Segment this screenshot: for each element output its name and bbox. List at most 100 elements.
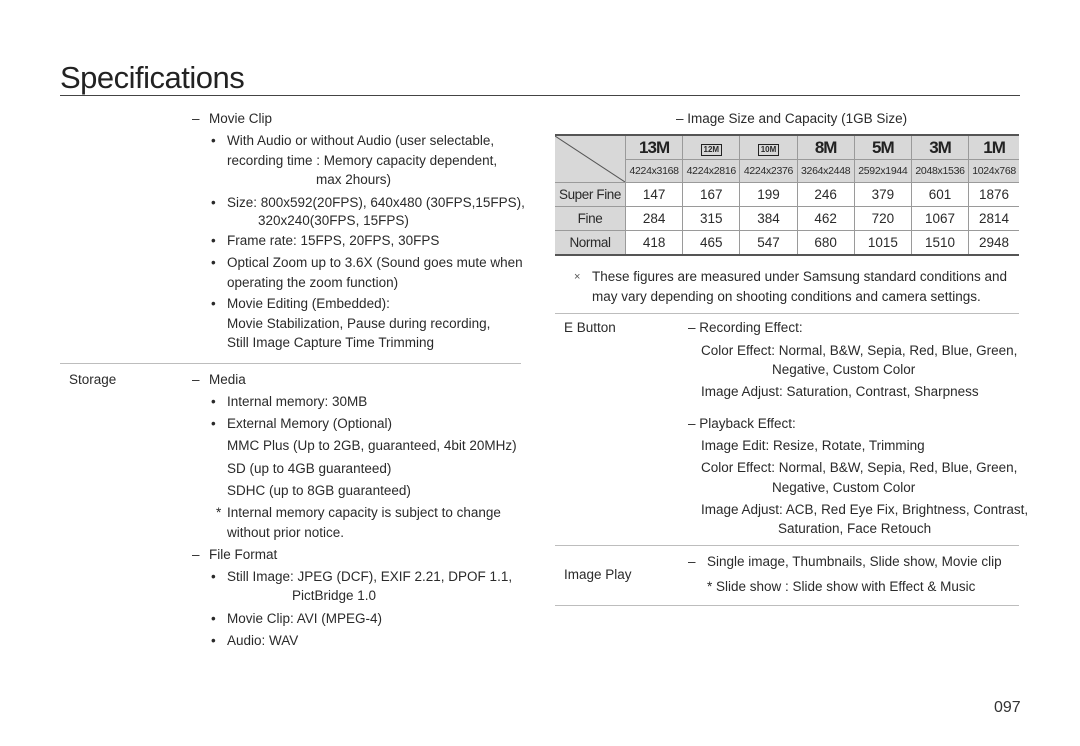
size-line-2: 320x240(30FPS, 15FPS): [258, 213, 409, 228]
pb-image-edit: Image Edit: Resize, Rotate, Trimming: [701, 438, 925, 453]
table-cell: 720: [853, 206, 912, 231]
media-heading: Media: [209, 372, 246, 387]
table-cell: 284: [624, 206, 684, 231]
movie-format: Movie Clip: AVI (MPEG-4): [227, 611, 383, 626]
rec-color-effect-line-1: Color Effect: Normal, B&W, Sepia, Red, B…: [701, 343, 1018, 358]
dash-marker: –: [688, 554, 696, 569]
icon-label: 3M: [929, 137, 952, 157]
file-format-heading: File Format: [209, 547, 278, 562]
resolution-10m-icon: 10M: [739, 134, 798, 160]
icon-label: 8M: [814, 137, 838, 157]
bullet-icon: •: [211, 195, 216, 210]
bullet-icon: •: [211, 633, 216, 648]
table-cell: 1510: [910, 230, 970, 256]
sd-card: SD (up to 4GB guaranteed): [227, 461, 392, 476]
table-cell: 465: [682, 230, 741, 256]
size-line-1: Size: 800x592(20FPS), 640x480 (30FPS,15F…: [227, 195, 525, 210]
audio-line-2: recording time : Memory capacity depende…: [227, 153, 498, 168]
pb-color-effect-line-2: Negative, Custom Color: [772, 480, 916, 495]
bullet-icon: •: [211, 394, 216, 409]
image-play-modes: Single image, Thumbnails, Slide show, Mo…: [707, 554, 1002, 569]
bullet-icon: •: [211, 611, 216, 626]
table-corner: [555, 134, 626, 183]
pb-color-effect-line-1: Color Effect: Normal, B&W, Sepia, Red, B…: [701, 460, 1018, 475]
bullet-icon: •: [211, 296, 216, 311]
table-row: Fine 284 315 384 462 720 1067 2814: [555, 206, 1019, 231]
recording-effect-heading: – Recording Effect:: [688, 320, 803, 335]
section-divider: [555, 605, 1019, 606]
bullet-icon: •: [211, 255, 216, 270]
e-button-label: E Button: [564, 320, 616, 335]
rec-color-effect-line-2: Negative, Custom Color: [772, 362, 916, 377]
resolution-1m-icon: 1M: [968, 134, 1019, 160]
resolution-cell: 2592x1944: [853, 159, 912, 183]
row-label: Normal: [555, 230, 626, 256]
rec-image-adjust: Image Adjust: Saturation, Contrast, Shar…: [701, 384, 979, 399]
table-cell: 147: [624, 182, 684, 207]
row-label: Super Fine: [555, 182, 626, 207]
memory-note-line-1: Internal memory capacity is subject to c…: [227, 505, 501, 520]
capacity-table: 13M 12M 10M 8M 5M 3M 1M 4224x3168 4224x2…: [555, 134, 1019, 256]
table-row: Super Fine 147 167 199 246 379 601 1876: [555, 182, 1019, 207]
table-cell: 1876: [968, 182, 1019, 207]
table-cell: 601: [910, 182, 970, 207]
diagonal-line-icon: [555, 136, 625, 182]
memory-note-line-2: without prior notice.: [227, 525, 345, 540]
bullet-icon: •: [211, 133, 216, 148]
pb-image-adjust-line-2: Saturation, Face Retouch: [778, 521, 932, 536]
page-number: 097: [994, 699, 1021, 716]
movie-clip-heading: Movie Clip: [209, 111, 273, 126]
table-cell: 2814: [968, 206, 1019, 231]
table-cell: 1067: [910, 206, 970, 231]
editing-line-1: Movie Editing (Embedded):: [227, 296, 390, 311]
icon-label: 1M: [983, 137, 1006, 157]
sdhc-card: SDHC (up to 8GB guaranteed): [227, 483, 411, 498]
table-cell: 547: [739, 230, 798, 256]
note-mark-icon: ×: [574, 271, 581, 283]
icon-label: 10M: [757, 143, 780, 156]
playback-effect-heading: – Playback Effect:: [688, 416, 796, 431]
editing-line-3: Still Image Capture Time Trimming: [227, 335, 435, 350]
table-cell: 1015: [853, 230, 912, 256]
audio-line-3: max 2hours): [316, 172, 392, 187]
slideshow-note: * Slide show : Slide show with Effect & …: [707, 579, 976, 594]
icon-row: 13M 12M 10M 8M 5M 3M 1M: [555, 134, 1019, 183]
resolution-cell: 4224x2816: [682, 159, 741, 183]
resolution-8m-icon: 8M: [796, 134, 855, 160]
editing-line-2: Movie Stabilization, Pause during record…: [227, 316, 491, 331]
icon-label: 5M: [872, 137, 895, 157]
row-label: Fine: [555, 206, 626, 231]
capacity-note-line-2: may vary depending on shooting condition…: [592, 289, 981, 304]
pb-image-adjust-line-1: Image Adjust: ACB, Red Eye Fix, Brightne…: [701, 502, 1029, 517]
section-divider: [60, 363, 521, 364]
table-cell: 246: [796, 182, 855, 207]
resolution-cell: 1024x768: [968, 159, 1019, 183]
resolution-cell: 4224x3168: [625, 159, 684, 183]
still-image-line-1: Still Image: JPEG (DCF), EXIF 2.21, DPOF…: [227, 569, 513, 584]
bullet-icon: •: [211, 416, 216, 431]
resolution-cell: 4224x2376: [739, 159, 798, 183]
still-image-line-2: PictBridge 1.0: [292, 588, 377, 603]
audio-format: Audio: WAV: [227, 633, 299, 648]
section-divider: [555, 313, 1019, 314]
bullet-icon: •: [211, 233, 216, 248]
storage-label: Storage: [69, 372, 117, 387]
asterisk-icon: *: [216, 505, 222, 520]
section-divider: [555, 545, 1019, 546]
dash-marker: –: [192, 111, 200, 126]
frame-rate: Frame rate: 15FPS, 20FPS, 30FPS: [227, 233, 440, 248]
internal-memory: Internal memory: 30MB: [227, 394, 368, 409]
bullet-icon: •: [211, 569, 216, 584]
resolution-5m-icon: 5M: [853, 134, 912, 160]
image-play-label: Image Play: [564, 567, 632, 582]
table-cell: 462: [796, 206, 855, 231]
table-cell: 379: [853, 182, 912, 207]
table-cell: 418: [624, 230, 684, 256]
resolution-13m-icon: 13M: [624, 134, 684, 160]
capacity-heading: – Image Size and Capacity (1GB Size): [676, 111, 908, 126]
resolution-12m-icon: 12M: [682, 134, 741, 160]
capacity-note-line-1: These figures are measured under Samsung…: [592, 269, 1007, 284]
table-cell: 167: [682, 182, 741, 207]
icon-label: 13M: [639, 137, 670, 157]
mmc-plus: MMC Plus (Up to 2GB, guaranteed, 4bit 20…: [227, 438, 517, 453]
